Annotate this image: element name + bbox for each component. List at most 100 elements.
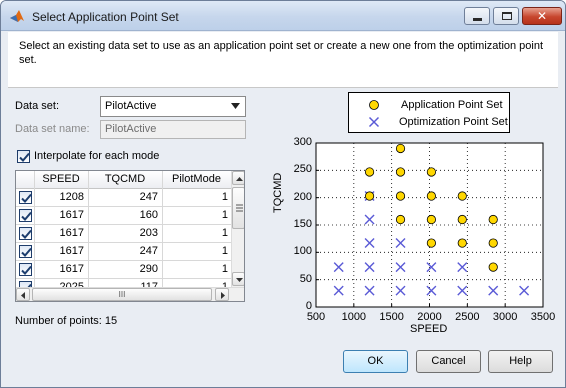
application-point — [426, 167, 436, 177]
cell-speed[interactable]: 1617 — [34, 245, 84, 257]
cell-pilotmode[interactable]: 1 — [162, 227, 228, 239]
optimization-point — [333, 285, 344, 296]
optimization-point — [364, 285, 375, 296]
application-point — [395, 191, 406, 201]
row-include-checkbox[interactable] — [19, 227, 32, 240]
legend-marker-application — [369, 100, 379, 110]
y-tick-label: 0 — [305, 300, 312, 312]
scroll-up-button[interactable] — [232, 171, 244, 185]
window-title: Select Application Point Set — [32, 10, 179, 24]
application-point — [457, 191, 467, 201]
dialog-window: Select Application Point Set ✕ Select an… — [0, 0, 566, 388]
ok-button[interactable]: OK — [343, 350, 408, 373]
interpolate-checkbox[interactable] — [17, 150, 30, 163]
scroll-thumb[interactable] — [232, 187, 244, 229]
application-point — [488, 262, 498, 272]
cell-speed[interactable]: 1208 — [34, 191, 84, 203]
minimize-button[interactable] — [464, 7, 490, 25]
application-point — [364, 191, 375, 201]
cell-tqcmd[interactable]: 290 — [88, 263, 158, 275]
close-button[interactable]: ✕ — [522, 7, 562, 25]
check-icon — [21, 193, 32, 203]
cell-speed[interactable]: 1617 — [34, 263, 84, 275]
cancel-button[interactable]: Cancel — [416, 350, 481, 373]
optimization-point — [364, 214, 375, 225]
data-set-selected-value: PilotActive — [105, 100, 157, 112]
table-row[interactable]: 1208 247 1 — [16, 189, 231, 207]
application-point — [364, 167, 375, 177]
x-tick-label: 3000 — [492, 311, 518, 323]
row-include-checkbox[interactable] — [19, 209, 32, 222]
plot-area — [315, 142, 544, 308]
legend-label-optimization: Optimization Point Set — [399, 116, 508, 128]
scroll-down-button[interactable] — [232, 272, 244, 286]
cell-tqcmd[interactable]: 160 — [88, 209, 158, 221]
cell-pilotmode[interactable]: 1 — [162, 191, 228, 203]
cell-pilotmode[interactable]: 1 — [162, 209, 228, 221]
optimization-point — [395, 238, 406, 249]
table-row[interactable]: 1617 203 1 — [16, 225, 231, 243]
row-include-checkbox[interactable] — [19, 245, 32, 258]
matlab-logo-icon — [10, 10, 24, 22]
application-point — [426, 214, 436, 225]
data-set-name-value: PilotActive — [105, 123, 157, 135]
cell-pilotmode[interactable]: 1 — [162, 263, 228, 275]
data-set-dropdown[interactable]: PilotActive — [100, 96, 246, 117]
x-tick-label: 3500 — [530, 311, 556, 323]
scroll-left-button[interactable] — [16, 288, 30, 301]
optimization-point — [364, 262, 375, 273]
cell-speed[interactable]: 1617 — [34, 209, 84, 221]
cell-tqcmd[interactable]: 203 — [88, 227, 158, 239]
points-table: SPEED TQCMD PilotMode 1208 247 1 1617 16… — [15, 170, 245, 302]
vertical-scrollbar[interactable] — [231, 171, 244, 287]
cell-tqcmd[interactable]: 247 — [88, 191, 158, 203]
column-header-tqcmd[interactable]: TQCMD — [88, 173, 162, 185]
y-tick-label: 200 — [293, 190, 312, 203]
application-point — [457, 238, 467, 248]
help-button[interactable]: Help — [488, 350, 553, 373]
cell-pilotmode[interactable]: 1 — [162, 245, 228, 257]
optimization-point — [457, 285, 468, 296]
legend-label-application: Application Point Set — [401, 99, 503, 111]
table-row[interactable]: 1617 290 1 — [16, 261, 231, 279]
check-icon — [21, 265, 32, 275]
interpolate-label: Interpolate for each mode — [34, 150, 160, 162]
x-tick-label: 2000 — [417, 311, 442, 323]
grip-icon — [236, 204, 243, 212]
column-header-speed[interactable]: SPEED — [34, 173, 88, 185]
check-icon — [21, 229, 32, 239]
application-point — [488, 238, 498, 248]
x-axis-label: SPEED — [410, 323, 448, 335]
data-set-label: Data set: — [15, 100, 60, 112]
horizontal-scrollbar[interactable]: III — [16, 287, 244, 301]
cell-speed[interactable]: 1617 — [34, 227, 84, 239]
optimization-point — [395, 285, 406, 296]
maximize-icon — [502, 12, 512, 20]
arrow-up-icon — [236, 177, 243, 181]
row-include-checkbox[interactable] — [19, 263, 32, 276]
description-panel: Select an existing data set to use as an… — [8, 32, 558, 88]
data-set-name-field[interactable]: PilotActive — [100, 120, 246, 139]
y-tick-label: 100 — [293, 245, 312, 258]
chevron-down-icon — [231, 103, 240, 109]
legend-marker-optimization — [368, 116, 380, 128]
horizontal-scroll-thumb[interactable]: III — [32, 288, 212, 301]
scroll-right-button[interactable] — [215, 288, 229, 301]
cell-tqcmd[interactable]: 247 — [88, 245, 158, 257]
table-row[interactable]: 1617 247 1 — [16, 243, 231, 261]
application-point — [488, 214, 498, 225]
description-text: Select an existing data set to use as an… — [19, 40, 544, 66]
optimization-point — [364, 191, 375, 202]
application-point — [395, 167, 406, 177]
check-icon — [21, 211, 32, 221]
row-include-checkbox[interactable] — [19, 191, 32, 204]
optimization-point — [488, 285, 499, 296]
optimization-point — [395, 262, 406, 273]
x-tick-label: 1500 — [379, 311, 404, 323]
title-bar[interactable]: Select Application Point Set ✕ — [1, 1, 565, 31]
table-header: SPEED TQCMD PilotMode — [16, 171, 231, 189]
maximize-button[interactable] — [493, 7, 519, 25]
column-header-pilotmode[interactable]: PilotMode — [162, 173, 231, 185]
table-row[interactable]: 1617 160 1 — [16, 207, 231, 225]
optimization-point — [364, 238, 375, 249]
